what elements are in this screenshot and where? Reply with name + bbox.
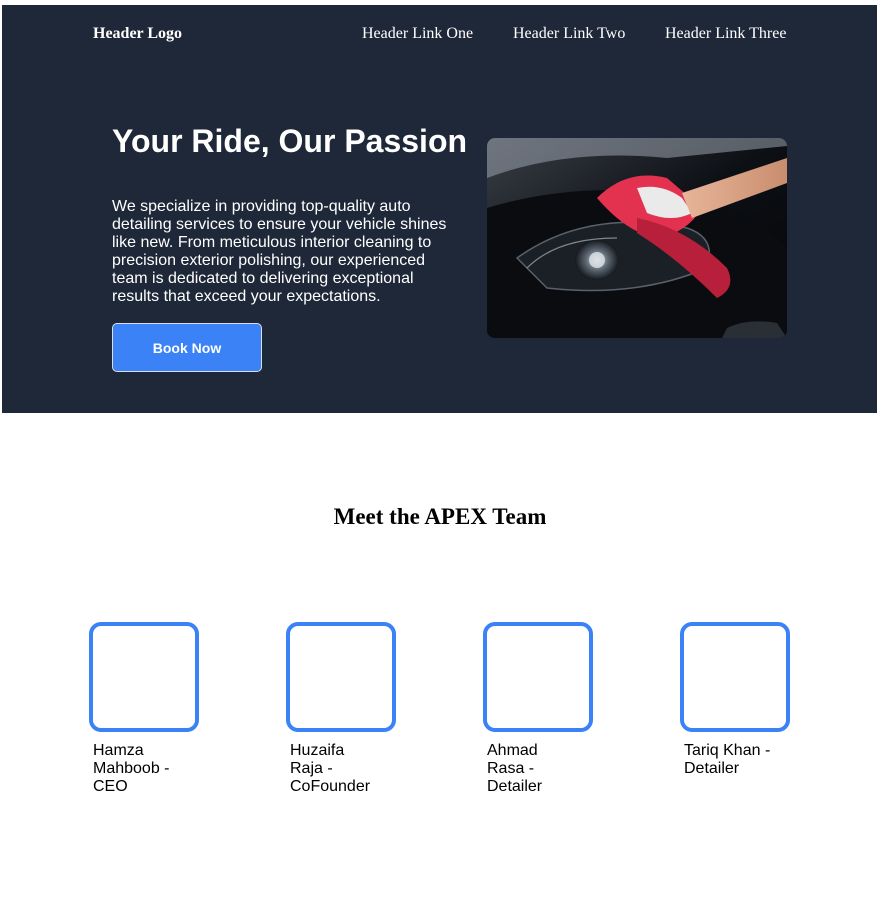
member-name: Huzaifa Raja - CoFounder <box>290 742 371 795</box>
nav-link-two[interactable]: Header Link Two <box>513 25 625 43</box>
nav-link-one[interactable]: Header Link One <box>362 25 473 43</box>
member-photo-placeholder <box>483 622 593 732</box>
team-section-title: Meet the APEX Team <box>333 504 547 529</box>
member-name: Hamza Mahboob - CEO <box>93 742 170 795</box>
hero-description: We specialize in providing top-quality a… <box>112 198 447 305</box>
member-name: Ahmad Rasa - Detailer <box>487 742 543 795</box>
car-detailing-image <box>487 138 787 338</box>
nav-link-three[interactable]: Header Link Three <box>665 25 786 43</box>
hero-image <box>487 138 787 338</box>
hero-section: Header Logo Header Link One Header Link … <box>2 5 877 413</box>
team-member-card: Huzaifa Raja - CoFounder <box>286 622 396 796</box>
team-member-card: Hamza Mahboob - CEO <box>89 622 199 796</box>
team-member-card: Tariq Khan - Detailer <box>680 622 790 778</box>
book-now-button[interactable]: Book Now <box>112 323 262 372</box>
header-logo[interactable]: Header Logo <box>93 25 182 43</box>
hero-title: Your Ride, Our Passion <box>112 123 468 159</box>
member-photo-placeholder <box>286 622 396 732</box>
member-photo-placeholder <box>680 622 790 732</box>
member-name: Tariq Khan - Detailer <box>684 742 771 777</box>
member-photo-placeholder <box>89 622 199 732</box>
team-member-card: Ahmad Rasa - Detailer <box>483 622 593 796</box>
